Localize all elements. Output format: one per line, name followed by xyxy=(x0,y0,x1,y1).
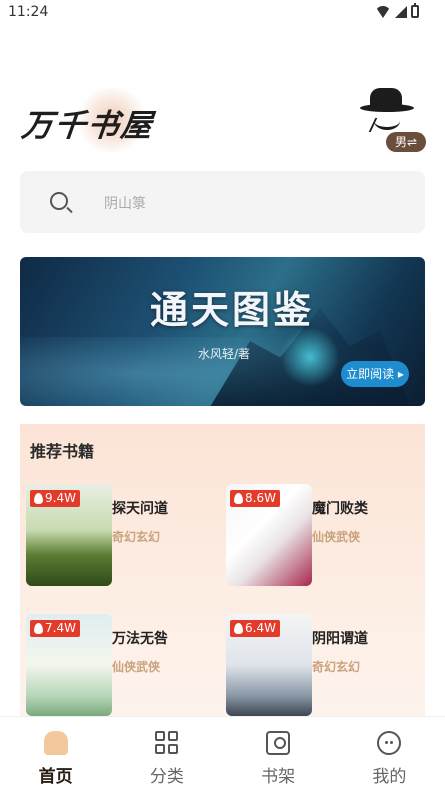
nav-label: 首页 xyxy=(38,767,73,787)
heat-value: 6.4W xyxy=(245,621,276,635)
flame-icon xyxy=(234,623,243,634)
book-genre: 仙侠武侠 xyxy=(312,530,361,544)
flame-icon xyxy=(34,623,43,634)
nav-label: 我的 xyxy=(372,767,407,787)
flame-icon xyxy=(34,493,43,504)
heat-value: 9.4W xyxy=(45,491,76,505)
book-genre: 奇幻玄幻 xyxy=(112,530,161,544)
nav-label: 分类 xyxy=(149,767,184,787)
search-icon xyxy=(50,192,68,210)
search-bar[interactable]: 阴山箓 xyxy=(20,171,425,233)
nav-bookshelf[interactable]: 书架 xyxy=(223,717,334,791)
banner-title: 通天图鉴 xyxy=(150,287,315,332)
book-card[interactable]: 7.4W 万法无咎 仙侠武侠 xyxy=(20,614,210,718)
home-icon xyxy=(43,731,68,755)
signal-icon xyxy=(395,5,407,18)
app-header: 万千书屋 男⇌ xyxy=(0,84,445,156)
app-screen: 11:24 万千书屋 男⇌ 阴山箓 通天图鉴 水风轻/著 立即阅读 ▸ 推荐书籍… xyxy=(0,0,445,791)
heat-value: 7.4W xyxy=(45,621,76,635)
bookshelf-icon xyxy=(266,731,291,755)
bottom-nav: 首页 分类 书架 我的 xyxy=(0,716,445,791)
gender-toggle-button[interactable]: 男⇌ xyxy=(386,132,426,152)
flame-icon xyxy=(234,493,243,504)
status-icons xyxy=(375,3,419,18)
book-genre: 仙侠武侠 xyxy=(112,660,161,674)
section-title: 推荐书籍 xyxy=(30,442,95,461)
wifi-icon xyxy=(375,5,391,18)
book-title[interactable]: 魔门败类 xyxy=(312,498,368,518)
profile-icon xyxy=(377,731,402,755)
book-card[interactable]: 8.6W 魔门败类 仙侠武侠 xyxy=(220,484,410,588)
read-now-button[interactable]: 立即阅读 ▸ xyxy=(341,361,409,387)
nav-category[interactable]: 分类 xyxy=(111,717,222,791)
heat-badge: 9.4W xyxy=(30,490,80,507)
avatar-collar xyxy=(368,118,396,132)
book-genre: 奇幻玄幻 xyxy=(312,660,361,674)
featured-banner[interactable]: 通天图鉴 水风轻/著 立即阅读 ▸ xyxy=(20,257,425,406)
heat-value: 8.6W xyxy=(245,491,276,505)
app-logo: 万千书屋 xyxy=(18,88,188,152)
book-title[interactable]: 万法无咎 xyxy=(112,628,168,648)
status-time: 11:24 xyxy=(8,4,49,20)
grid-cell xyxy=(154,731,165,741)
book-card[interactable]: 9.4W 探天问道 奇幻玄幻 xyxy=(20,484,210,588)
book-cover[interactable]: 7.4W xyxy=(26,614,112,716)
book-card[interactable]: 6.4W 阴阳谓道 奇幻玄幻 xyxy=(220,614,410,718)
battery-icon xyxy=(411,3,419,18)
grid-cell xyxy=(154,744,165,754)
grid-cell xyxy=(167,744,178,754)
banner-glow xyxy=(280,327,340,387)
book-title[interactable]: 阴阳谓道 xyxy=(312,628,368,648)
book-cover[interactable]: 8.6W xyxy=(226,484,312,586)
nav-home[interactable]: 首页 xyxy=(0,717,111,791)
heat-badge: 6.4W xyxy=(230,620,280,637)
banner-author: 水风轻/著 xyxy=(198,347,251,361)
category-icon xyxy=(154,731,179,755)
logo-text: 万千书屋 xyxy=(19,108,156,144)
heat-badge: 7.4W xyxy=(30,620,80,637)
status-bar: 11:24 xyxy=(0,0,445,24)
search-input[interactable]: 阴山箓 xyxy=(104,193,146,213)
nav-label: 书架 xyxy=(261,767,296,787)
book-cover[interactable]: 6.4W xyxy=(226,614,312,716)
grid-cell xyxy=(167,731,178,741)
book-cover[interactable]: 9.4W xyxy=(26,484,112,586)
heat-badge: 8.6W xyxy=(230,490,280,507)
recommend-section: 推荐书籍 9.4W 探天问道 奇幻玄幻 8.6W 魔门败类 仙侠武侠 7.4W … xyxy=(20,424,425,716)
hat-brim xyxy=(360,104,414,112)
nav-profile[interactable]: 我的 xyxy=(334,717,445,791)
book-title[interactable]: 探天问道 xyxy=(112,498,168,518)
